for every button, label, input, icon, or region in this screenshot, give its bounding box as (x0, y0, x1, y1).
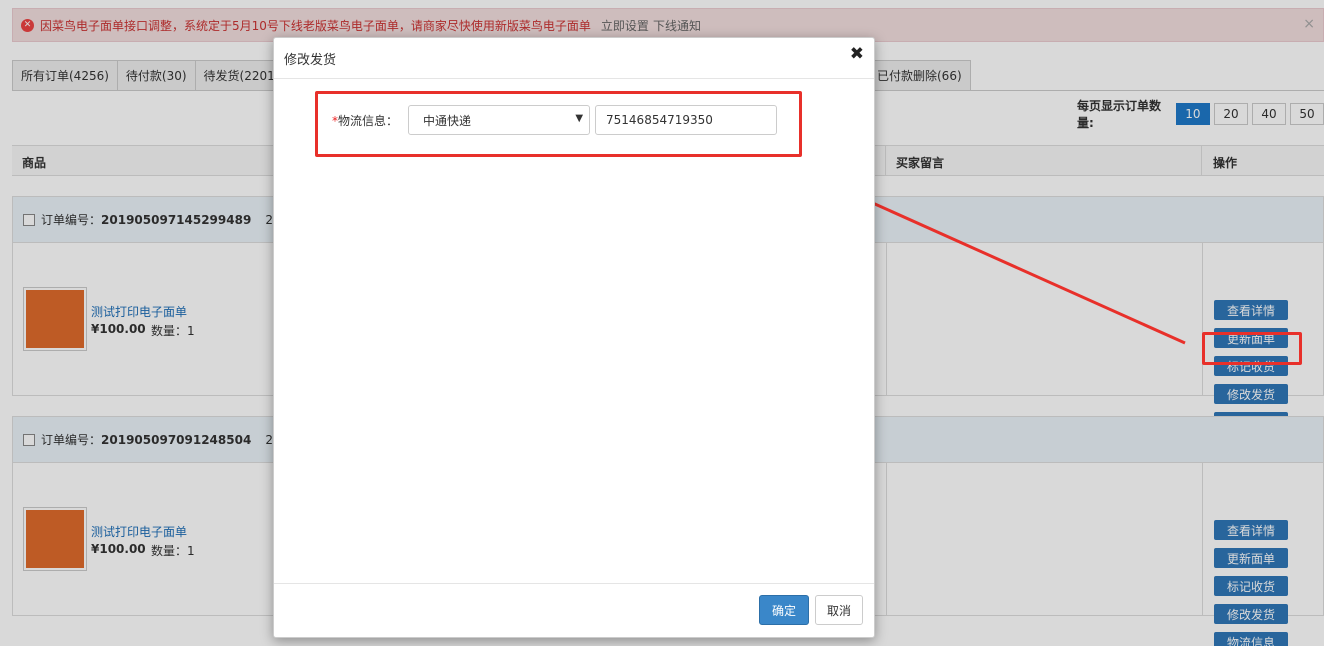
carrier-select[interactable]: 中通快递 ▼ (408, 105, 591, 135)
tracking-number-value: 75146854719350 (606, 113, 713, 127)
tracking-number-input[interactable]: 75146854719350 (595, 105, 778, 135)
dialog-footer: 确定 取消 (274, 583, 874, 637)
logistics-label: *物流信息： (332, 113, 399, 128)
close-icon[interactable]: ✖ (850, 44, 864, 64)
carrier-selected-value: 中通快递 (423, 113, 472, 128)
dialog-header: 修改发货 (274, 38, 874, 79)
dialog-body: *物流信息： 中通快递 ▼ 75146854719350 (274, 79, 874, 585)
dialog-title: 修改发货 (284, 52, 337, 68)
confirm-button[interactable]: 确定 (759, 595, 809, 625)
cancel-button[interactable]: 取消 (815, 595, 863, 625)
caret-down-icon: ▼ (575, 113, 584, 124)
logistics-form-row: *物流信息： 中通快递 ▼ 75146854719350 (332, 105, 778, 135)
modify-shipment-dialog: 修改发货 ✖ *物流信息： 中通快递 ▼ 75146854719350 确定 取… (273, 37, 875, 638)
